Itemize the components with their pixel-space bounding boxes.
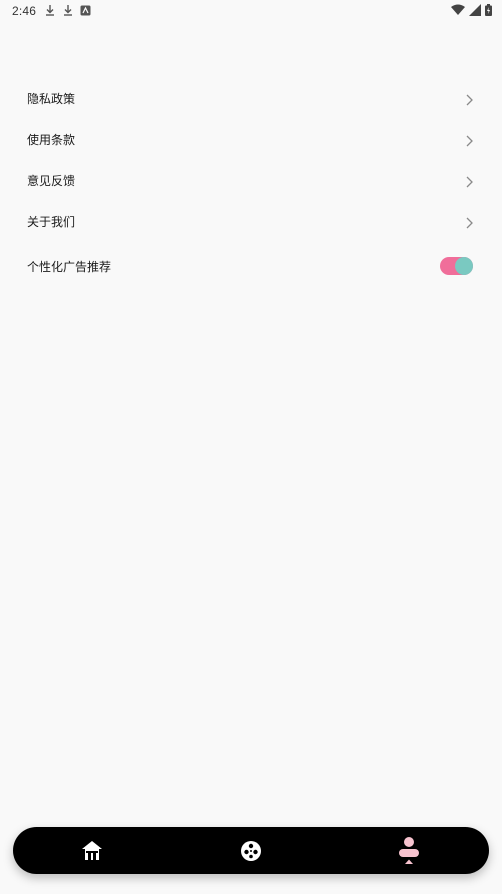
status-system-icons <box>451 4 492 16</box>
person-icon <box>398 836 420 866</box>
menu-item-about-us[interactable]: 关于我们 <box>0 201 502 242</box>
home-icon <box>81 840 103 862</box>
nav-item-home[interactable] <box>72 827 112 874</box>
menu-item-label: 意见反馈 <box>27 174 76 188</box>
bottom-nav <box>13 827 489 874</box>
menu-item-personalized-ads: 个性化广告推荐 <box>0 242 502 290</box>
nav-item-discover[interactable] <box>231 827 271 874</box>
menu-item-label: 个性化广告推荐 <box>27 259 112 274</box>
menu-item-feedback[interactable]: 意见反馈 <box>0 160 502 201</box>
menu-item-label: 隐私政策 <box>27 92 76 106</box>
personalized-ads-toggle[interactable] <box>440 257 473 275</box>
settings-menu: 隐私政策 使用条款 意见反馈 关于我们 个性化广告推荐 <box>0 78 502 290</box>
chevron-right-icon <box>464 133 474 147</box>
notification-app-icon <box>80 5 91 16</box>
nav-item-mine[interactable] <box>389 827 429 874</box>
download-icon <box>62 4 74 16</box>
chevron-right-icon <box>464 215 474 229</box>
chevron-right-icon <box>464 92 474 106</box>
menu-item-label: 使用条款 <box>27 133 76 147</box>
toggle-knob <box>455 257 473 275</box>
download-icon <box>44 4 56 16</box>
wifi-icon <box>451 4 465 16</box>
menu-item-label: 关于我们 <box>27 215 76 229</box>
menu-item-privacy-policy[interactable]: 隐私政策 <box>0 78 502 119</box>
film-reel-icon <box>240 840 262 862</box>
status-notification-icons <box>44 4 91 16</box>
status-bar: 2:46 <box>0 0 502 22</box>
chevron-right-icon <box>464 174 474 188</box>
battery-icon <box>485 4 492 16</box>
status-time: 2:46 <box>12 4 37 18</box>
signal-icon <box>469 4 481 16</box>
menu-item-terms-of-use[interactable]: 使用条款 <box>0 119 502 160</box>
